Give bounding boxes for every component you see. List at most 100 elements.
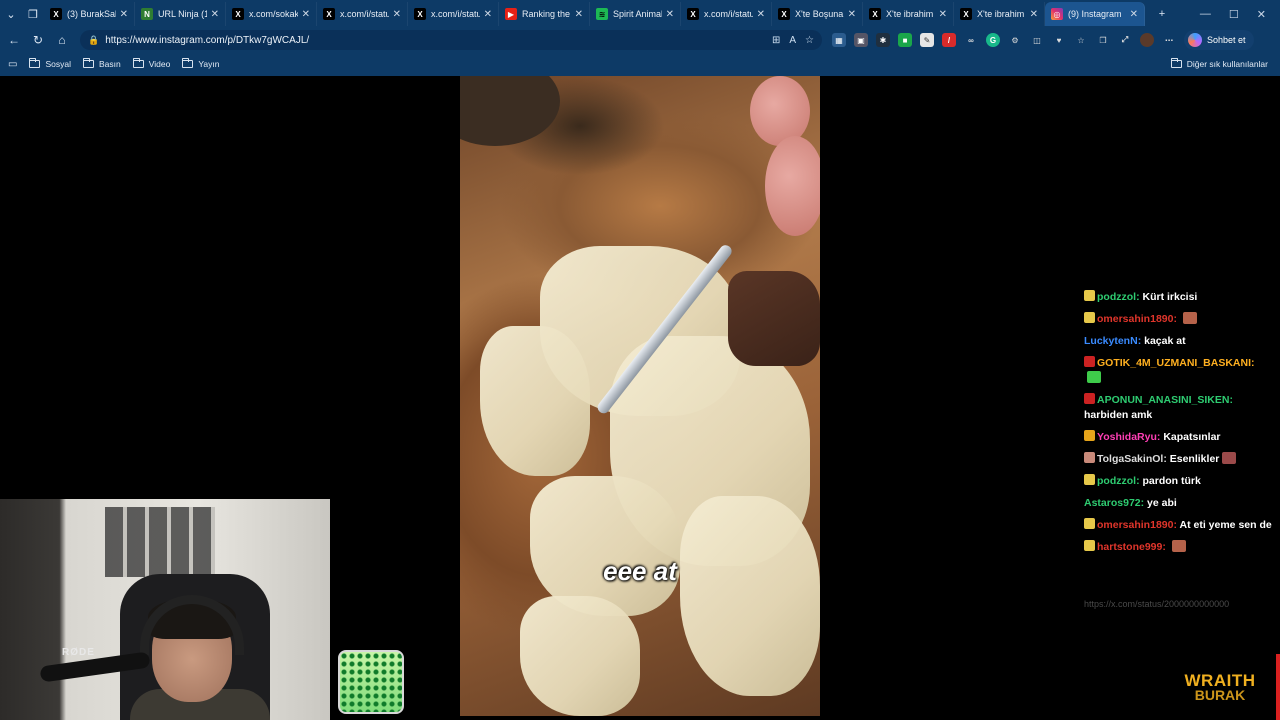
- bookmark-folder-sosyal[interactable]: Sosyal: [29, 58, 71, 69]
- read-aloud-icon[interactable]: A: [789, 35, 796, 46]
- tab-5[interactable]: ▶ Ranking the Be ✕: [499, 2, 590, 26]
- extension-note-icon[interactable]: ✎: [920, 33, 934, 47]
- extensions-puzzle-icon[interactable]: ⚙: [1008, 33, 1022, 47]
- chat-text: Kapatsınlar: [1163, 431, 1221, 443]
- stream-logo: WRAITH BURAK: [1160, 654, 1280, 720]
- tab-7[interactable]: Xx.com/i/status/ ✕: [681, 2, 772, 26]
- tab-6[interactable]: ≋ Spirit Animal - ✕: [590, 2, 681, 26]
- copilot-button[interactable]: Sohbet et: [1184, 30, 1254, 50]
- mic-brand-text: RØDE: [62, 647, 95, 658]
- chat-emote-icon: [1182, 312, 1197, 324]
- folder-icon: [132, 58, 144, 68]
- extension-red-icon[interactable]: /: [942, 33, 956, 47]
- more-options-icon[interactable]: ⋯: [1162, 33, 1176, 47]
- tab-title: (3) BurakSakin: [67, 9, 116, 19]
- tab-close-icon[interactable]: ✕: [211, 9, 219, 20]
- tab-close-icon[interactable]: ✕: [302, 9, 310, 20]
- tab-11[interactable]: ◎ (9) Instagram ✕: [1045, 2, 1145, 26]
- back-arrow-icon[interactable]: ←: [2, 30, 26, 50]
- tab-strip: ⌄ ❐ X(3) BurakSakin✕NURL Ninja (10)✕Xx.c…: [0, 0, 1280, 28]
- app-available-icon[interactable]: ⊞: [772, 35, 780, 46]
- favorites-icon[interactable]: ☆: [1074, 33, 1088, 47]
- chat-username: hartstone999: [1097, 541, 1163, 553]
- chat-message: hartstone999:: [1084, 540, 1274, 555]
- tab-actions-chevron-icon[interactable]: ⌄: [0, 3, 22, 25]
- tab-title: Spirit Animal -: [613, 9, 662, 19]
- copilot-label: Sohbet et: [1207, 35, 1246, 45]
- minimize-icon[interactable]: —: [1200, 8, 1211, 21]
- chat-username: omersahin1890: [1097, 519, 1174, 531]
- tab-2[interactable]: Xx.com/sokakte ✕: [226, 2, 317, 26]
- tab-close-icon[interactable]: ✕: [757, 9, 765, 20]
- tab-close-icon[interactable]: ✕: [666, 9, 674, 20]
- tab-close-icon[interactable]: ✕: [1030, 9, 1038, 20]
- folder-icon: [29, 58, 41, 68]
- reading-list-icon[interactable]: ▭: [8, 59, 17, 70]
- extension-grid-icon[interactable]: ▦: [832, 33, 846, 47]
- tab-close-icon[interactable]: ✕: [575, 9, 583, 20]
- chat-badge-icon: [1084, 518, 1095, 529]
- chat-text: ye abi: [1147, 497, 1177, 509]
- tab-8[interactable]: X X'te Boşuna Ta ✕: [772, 2, 863, 26]
- split-screen-icon[interactable]: ◫: [1030, 33, 1044, 47]
- home-icon[interactable]: ⌂: [50, 30, 74, 50]
- bookmark-folder-yayin[interactable]: Yayın: [182, 58, 219, 69]
- bookmark-folder-basin[interactable]: Basın: [82, 58, 121, 69]
- extension-green-icon[interactable]: ■: [898, 33, 912, 47]
- collections-icon[interactable]: ❒: [1096, 33, 1110, 47]
- x-icon: X: [414, 8, 426, 20]
- address-field[interactable]: 🔒 https://www.instagram.com/p/DTkw7gWCAJ…: [80, 30, 822, 50]
- chat-message: LuckytenN: kaçak at: [1084, 334, 1274, 349]
- chat-message: TolgaSakinOl: Esenlikler: [1084, 452, 1274, 467]
- refresh-icon[interactable]: ↻: [26, 30, 50, 50]
- finger-shape: [765, 136, 820, 236]
- chat-emote-icon: [1222, 452, 1237, 464]
- chat-username: Astaros972: [1084, 497, 1141, 509]
- tab-0[interactable]: X (3) BurakSakin ✕: [44, 2, 135, 26]
- browser-essentials-icon[interactable]: ♥: [1052, 33, 1066, 47]
- screenshot-icon[interactable]: ⤢: [1118, 33, 1132, 47]
- tab-close-icon[interactable]: ✕: [393, 9, 401, 20]
- extension-image-icon[interactable]: ▣: [854, 33, 868, 47]
- tab-close-icon[interactable]: ✕: [939, 9, 947, 20]
- x-icon: X: [869, 8, 881, 20]
- chat-text: At eti yeme sen de: [1179, 519, 1272, 531]
- chat-username: GOTIK_4M_UZMANI_BASKANI: [1097, 357, 1252, 369]
- other-favorites-folder[interactable]: Diğer sık kullanılanlar: [1170, 58, 1268, 69]
- chat-message: omersahin1890: At eti yeme sen de: [1084, 518, 1274, 533]
- workspaces-icon[interactable]: ❐: [22, 3, 44, 25]
- tab-4[interactable]: Xx.com/i/status/ ✕: [408, 2, 499, 26]
- site-info-icon[interactable]: 🔒: [88, 35, 99, 46]
- copilot-icon: [1188, 33, 1202, 47]
- maximize-icon[interactable]: ☐: [1229, 8, 1239, 21]
- chat-text: Esenlikler: [1169, 453, 1220, 465]
- youtube-icon: ▶: [505, 8, 517, 20]
- tab-title: X'te ibrahim H: [977, 9, 1026, 19]
- tab-3[interactable]: Xx.com/i/status/ ✕: [317, 2, 408, 26]
- reel-video[interactable]: eee at: [460, 76, 820, 716]
- tab-1[interactable]: N URL Ninja (10) ✕: [135, 2, 226, 26]
- x-icon: X: [50, 8, 62, 20]
- window-controls: — ☐ ✕: [1200, 8, 1280, 21]
- tab-close-icon[interactable]: ✕: [848, 9, 856, 20]
- x-icon: X: [232, 8, 244, 20]
- close-window-icon[interactable]: ✕: [1257, 8, 1266, 21]
- favorite-star-icon[interactable]: ☆: [805, 35, 814, 46]
- tab-9[interactable]: X X'te ibrahim H ✕: [863, 2, 954, 26]
- tab-close-icon[interactable]: ✕: [1130, 9, 1138, 20]
- new-tab-plus-icon[interactable]: +: [1151, 3, 1173, 25]
- tab-10[interactable]: X X'te ibrahim H ✕: [954, 2, 1045, 26]
- ninja-icon: N: [141, 8, 153, 20]
- extension-glasses-icon[interactable]: ∞: [964, 33, 978, 47]
- extension-puzzle-icon[interactable]: ✱: [876, 33, 890, 47]
- extension-grammar-icon[interactable]: G: [986, 33, 1000, 47]
- bookmark-folder-video[interactable]: Video: [132, 58, 170, 69]
- tab-close-icon[interactable]: ✕: [484, 9, 492, 20]
- accent-bar: [1276, 654, 1280, 720]
- chat-text: kaçak at: [1144, 335, 1186, 347]
- x-icon: X: [323, 8, 335, 20]
- tab-close-icon[interactable]: ✕: [120, 9, 128, 20]
- chat-text: harbiden amk: [1084, 409, 1153, 421]
- folder-icon: [182, 58, 194, 68]
- profile-avatar[interactable]: [1140, 33, 1154, 47]
